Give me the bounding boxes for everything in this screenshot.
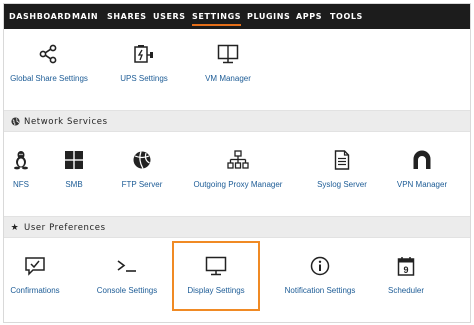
vpn-arch-icon [412,150,432,175]
notification-settings-tile[interactable]: Notification Settings [280,256,360,296]
svg-text:9: 9 [403,265,408,275]
nfs-label: NFS [13,180,29,189]
user-preferences-title: User Preferences [24,223,106,233]
nav-plugins[interactable]: PLUGINS [247,4,290,29]
ups-settings-label: UPS Settings [120,74,168,83]
syslog-server-label: Syslog Server [317,180,367,189]
windows-icon [65,151,83,174]
syslog-server-tile[interactable]: Syslog Server [310,150,374,190]
battery-plug-icon [133,44,155,69]
global-share-settings-tile[interactable]: Global Share Settings [6,42,92,88]
ups-settings-tile[interactable]: UPS Settings [112,42,176,88]
console-settings-tile[interactable]: Console Settings [94,256,160,296]
nav-shares[interactable]: SHARES [107,4,147,29]
globe-icon [10,111,20,133]
terminal-icon [116,258,138,279]
top-navigation-bar: DASHBOARD MAIN SHARES USERS SETTINGS PLU… [4,4,470,29]
confirmations-label: Confirmations [10,286,60,295]
calendar-icon: 9 [397,256,415,281]
vpn-manager-label: VPN Manager [396,180,448,189]
nav-users[interactable]: USERS [153,4,186,29]
ftp-server-tile[interactable]: FTP Server [112,150,172,190]
display-settings-tile[interactable]: Display Settings [172,241,260,311]
vm-monitor-icon [217,44,239,69]
settings-page: DASHBOARD MAIN SHARES USERS SETTINGS PLU… [3,3,471,323]
info-icon [310,256,330,281]
nav-dashboard[interactable]: DASHBOARD [9,4,71,29]
console-settings-label: Console Settings [96,286,158,295]
star-icon: ★ [10,223,20,233]
vpn-manager-tile[interactable]: VPN Manager [392,150,452,190]
scheduler-tile[interactable]: 9 Scheduler [380,256,432,296]
nav-apps[interactable]: APPS [296,4,322,29]
ftp-ball-icon [132,150,152,175]
nav-main[interactable]: MAIN [72,4,98,29]
smb-label: SMB [65,180,83,189]
nav-settings[interactable]: SETTINGS [192,4,242,29]
document-icon [334,150,350,175]
linux-penguin-icon [13,150,29,175]
outgoing-proxy-manager-tile[interactable]: Outgoing Proxy Manager [190,150,286,190]
vm-manager-tile[interactable]: VM Manager [196,42,260,88]
network-tree-icon [227,150,249,175]
ftp-server-label: FTP Server [121,180,163,189]
outgoing-proxy-manager-label: Outgoing Proxy Manager [193,180,283,189]
message-check-icon [24,256,46,281]
network-services-header: Network Services [4,110,470,132]
display-settings-label: Display Settings [187,286,245,295]
user-preferences-header: ★ User Preferences [4,216,470,238]
share-icon [38,44,60,69]
nfs-tile[interactable]: NFS [4,150,38,190]
notification-settings-label: Notification Settings [284,286,356,295]
monitor-icon [205,256,227,281]
nav-tools[interactable]: TOOLS [330,4,363,29]
smb-tile[interactable]: SMB [56,150,92,190]
scheduler-label: Scheduler [387,286,425,295]
global-share-settings-label: Global Share Settings [10,74,88,83]
network-services-title: Network Services [24,117,108,127]
vm-manager-label: VM Manager [205,74,251,83]
confirmations-tile[interactable]: Confirmations [6,256,64,296]
